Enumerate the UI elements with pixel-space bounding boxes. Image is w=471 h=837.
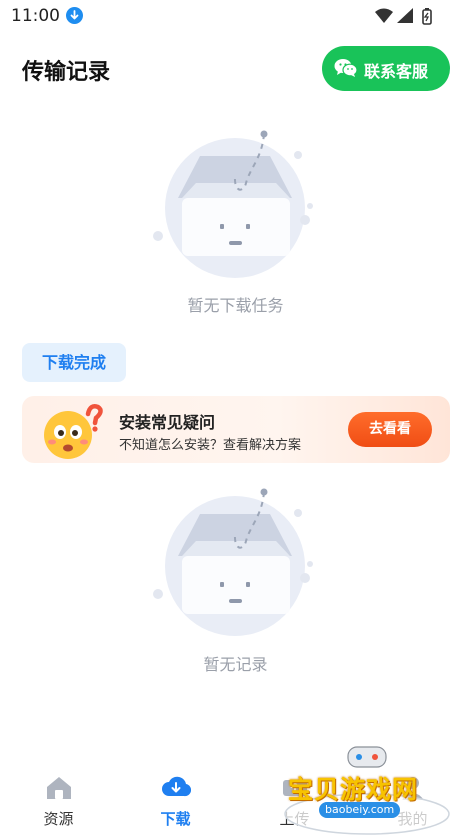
nav-label-resources: 资源 — [43, 810, 74, 828]
site-watermark: 宝贝游戏网 baobeiy.com — [282, 744, 454, 837]
empty-records-illustration — [150, 486, 320, 641]
nav-label-download: 下载 — [160, 810, 191, 828]
battery-icon — [422, 8, 432, 25]
status-icons — [373, 7, 443, 29]
contact-service-label: 联系客服 — [364, 62, 429, 81]
empty-inbox-illustration — [150, 128, 320, 283]
status-bar: 11:00 — [0, 0, 471, 32]
confused-emoji-icon — [38, 402, 106, 463]
signal-icon — [397, 8, 413, 23]
watermark-text: 宝贝游戏网 — [288, 775, 419, 804]
contact-service-button[interactable]: 联系客服 — [322, 46, 450, 91]
go-see-button[interactable]: 去看看 — [348, 412, 432, 447]
nav-item-download[interactable]: 下载 — [117, 762, 234, 837]
watermark-url: baobeiy.com — [319, 802, 401, 818]
wifi-icon — [375, 8, 393, 23]
status-time: 11:00 — [11, 6, 60, 26]
nav-item-resources[interactable]: 资源 — [0, 762, 117, 837]
install-faq-banner[interactable]: 安装常见疑问 不知道怎么安装？查看解决方案 去看看 — [22, 396, 450, 463]
home-icon — [44, 774, 74, 802]
empty-records-text: 暂无记录 — [203, 655, 268, 674]
page-title: 传输记录 — [22, 60, 111, 85]
faq-subtitle: 不知道怎么安装？查看解决方案 — [119, 438, 302, 453]
faq-title: 安装常见疑问 — [119, 413, 216, 432]
section-tag-completed: 下载完成 — [22, 343, 126, 382]
download-notification-icon — [66, 7, 83, 24]
wechat-icon — [334, 57, 358, 83]
cloud-download-icon — [161, 774, 192, 802]
empty-downloads-text: 暂无下载任务 — [187, 296, 284, 315]
